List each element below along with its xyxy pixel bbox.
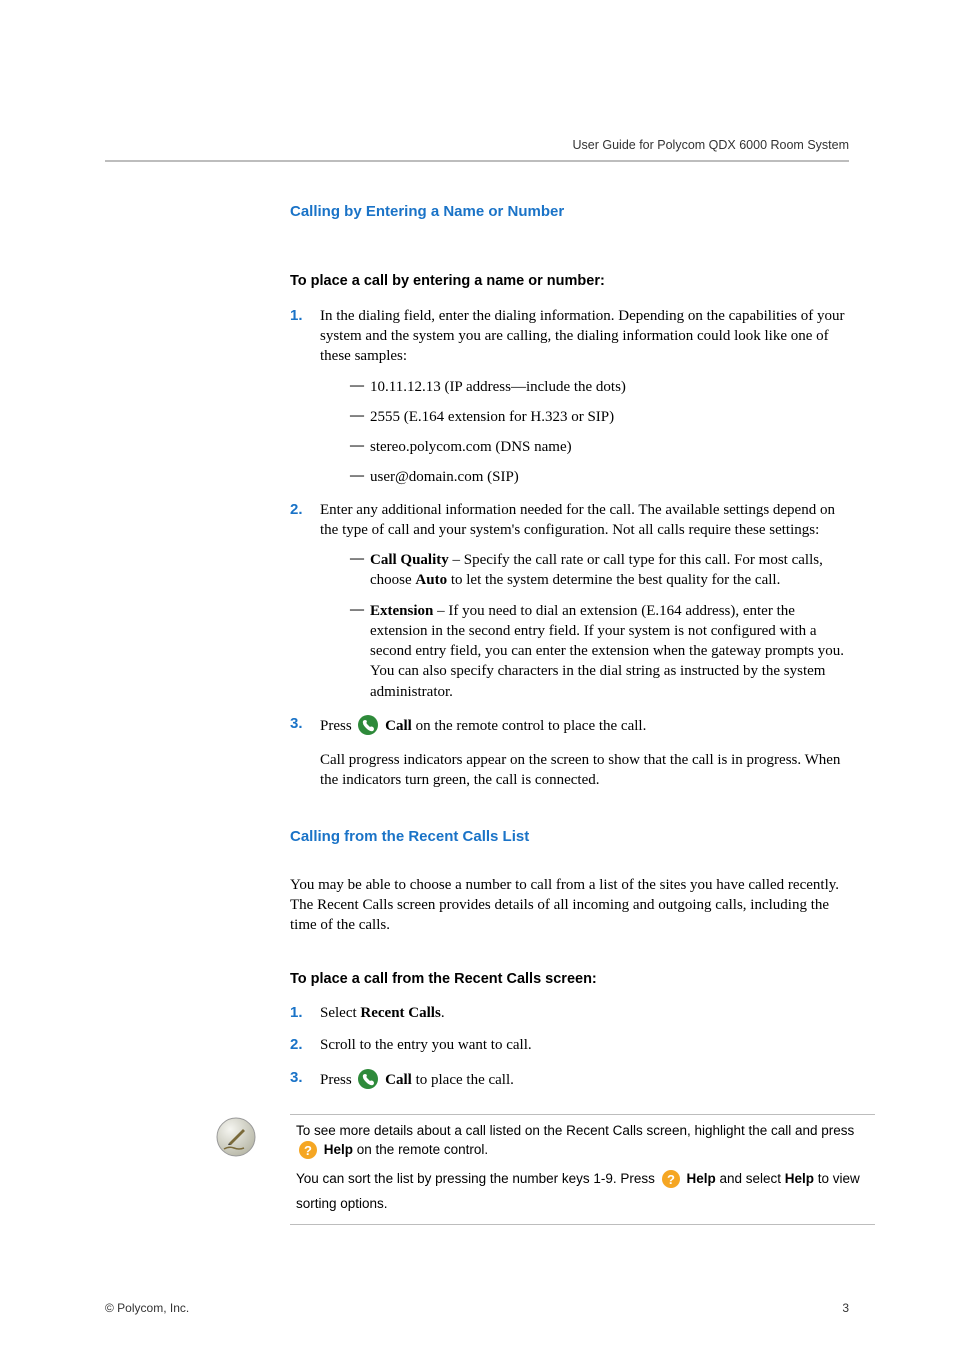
step-number: 2. [290, 1035, 303, 1055]
step1-examples: 10.11.12.13 (IP address—include the dots… [320, 377, 850, 488]
step-text-b: to place the call. [412, 1072, 514, 1088]
setting-text: to let the system determine the best qua… [447, 572, 780, 588]
main-content: Calling by Entering a Name or Number To … [290, 202, 850, 1096]
help-icon: ? [298, 1140, 318, 1165]
setting-bold: Auto [415, 572, 447, 588]
steps-list-1: 1. In the dialing field, enter the diali… [290, 306, 850, 791]
step-text-b: on the remote control to place the call. [412, 718, 647, 734]
step-number: 1. [290, 1003, 303, 1023]
list-item: stereo.polycom.com (DNS name) [350, 437, 850, 457]
note-text: To see more details about a call listed … [296, 1123, 854, 1138]
list-item: user@domain.com (SIP) [350, 467, 850, 487]
svg-text:?: ? [667, 1172, 675, 1187]
steps-list-2: 1. Select Recent Calls. 2. Scroll to the… [290, 1003, 850, 1096]
step2-settings: Call Quality – Specify the call rate or … [320, 550, 850, 702]
call-icon [357, 714, 379, 742]
step-text-a: Press [320, 718, 355, 734]
heading-calling-name-number: Calling by Entering a Name or Number [290, 202, 850, 222]
step-3: 3. Press Call to place the call. [290, 1068, 850, 1096]
help-icon: ? [661, 1169, 681, 1194]
step-text: . [441, 1005, 445, 1021]
note-row: To see more details about a call listed … [215, 1114, 875, 1225]
note-text: You can sort the list by pressing the nu… [296, 1171, 659, 1186]
step-text: Scroll to the entry you want to call. [320, 1037, 532, 1053]
step-text: Select [320, 1005, 360, 1021]
step-2: 2. Enter any additional information need… [290, 500, 850, 702]
help-label: Help [686, 1171, 715, 1186]
step-text: Enter any additional information needed … [320, 502, 835, 538]
help-label: Help [324, 1142, 353, 1157]
heading-recent-calls: Calling from the Recent Calls List [290, 827, 850, 847]
note-text: on the remote control. [353, 1142, 488, 1157]
step-1: 1. In the dialing field, enter the diali… [290, 306, 850, 488]
page-number: 3 [842, 1301, 849, 1315]
step-1: 1. Select Recent Calls. [290, 1003, 850, 1023]
subhead-recent-calls: To place a call from the Recent Calls sc… [290, 970, 850, 990]
page-footer: © Polycom, Inc. 3 [105, 1301, 849, 1315]
list-item: 2555 (E.164 extension for H.323 or SIP) [350, 407, 850, 427]
step-text-a: Press [320, 1072, 355, 1088]
list-item: 10.11.12.13 (IP address—include the dots… [350, 377, 850, 397]
step-number: 2. [290, 500, 303, 520]
list-item: Call Quality – Specify the call rate or … [350, 550, 850, 591]
step3-after: Call progress indicators appear on the s… [320, 750, 850, 791]
running-header: User Guide for Polycom QDX 6000 Room Sys… [105, 138, 849, 162]
note-text: and select [716, 1171, 785, 1186]
subhead-place-call-name: To place a call by entering a name or nu… [290, 272, 850, 292]
svg-text:?: ? [304, 1143, 312, 1158]
setting-text: – If you need to dial an extension (E.16… [370, 603, 844, 700]
recent-calls-intro: You may be able to choose a number to ca… [290, 875, 850, 936]
step-3: 3. Press Call on the remote control to p… [290, 714, 850, 791]
step-text: In the dialing field, enter the dialing … [320, 308, 844, 365]
step-number: 3. [290, 1068, 303, 1088]
call-label: Call [385, 1072, 412, 1088]
list-item: Extension – If you need to dial an exten… [350, 601, 850, 702]
call-icon [357, 1068, 379, 1096]
copyright: © Polycom, Inc. [105, 1301, 189, 1315]
setting-name: Call Quality [370, 552, 449, 568]
step-2: 2. Scroll to the entry you want to call. [290, 1035, 850, 1055]
recent-calls-label: Recent Calls [360, 1005, 440, 1021]
step-number: 3. [290, 714, 303, 734]
help-label: Help [785, 1171, 814, 1186]
tip-icon [215, 1114, 290, 1163]
note-box: To see more details about a call listed … [290, 1114, 875, 1225]
setting-name: Extension [370, 603, 433, 619]
call-label: Call [385, 718, 412, 734]
step-number: 1. [290, 306, 303, 326]
